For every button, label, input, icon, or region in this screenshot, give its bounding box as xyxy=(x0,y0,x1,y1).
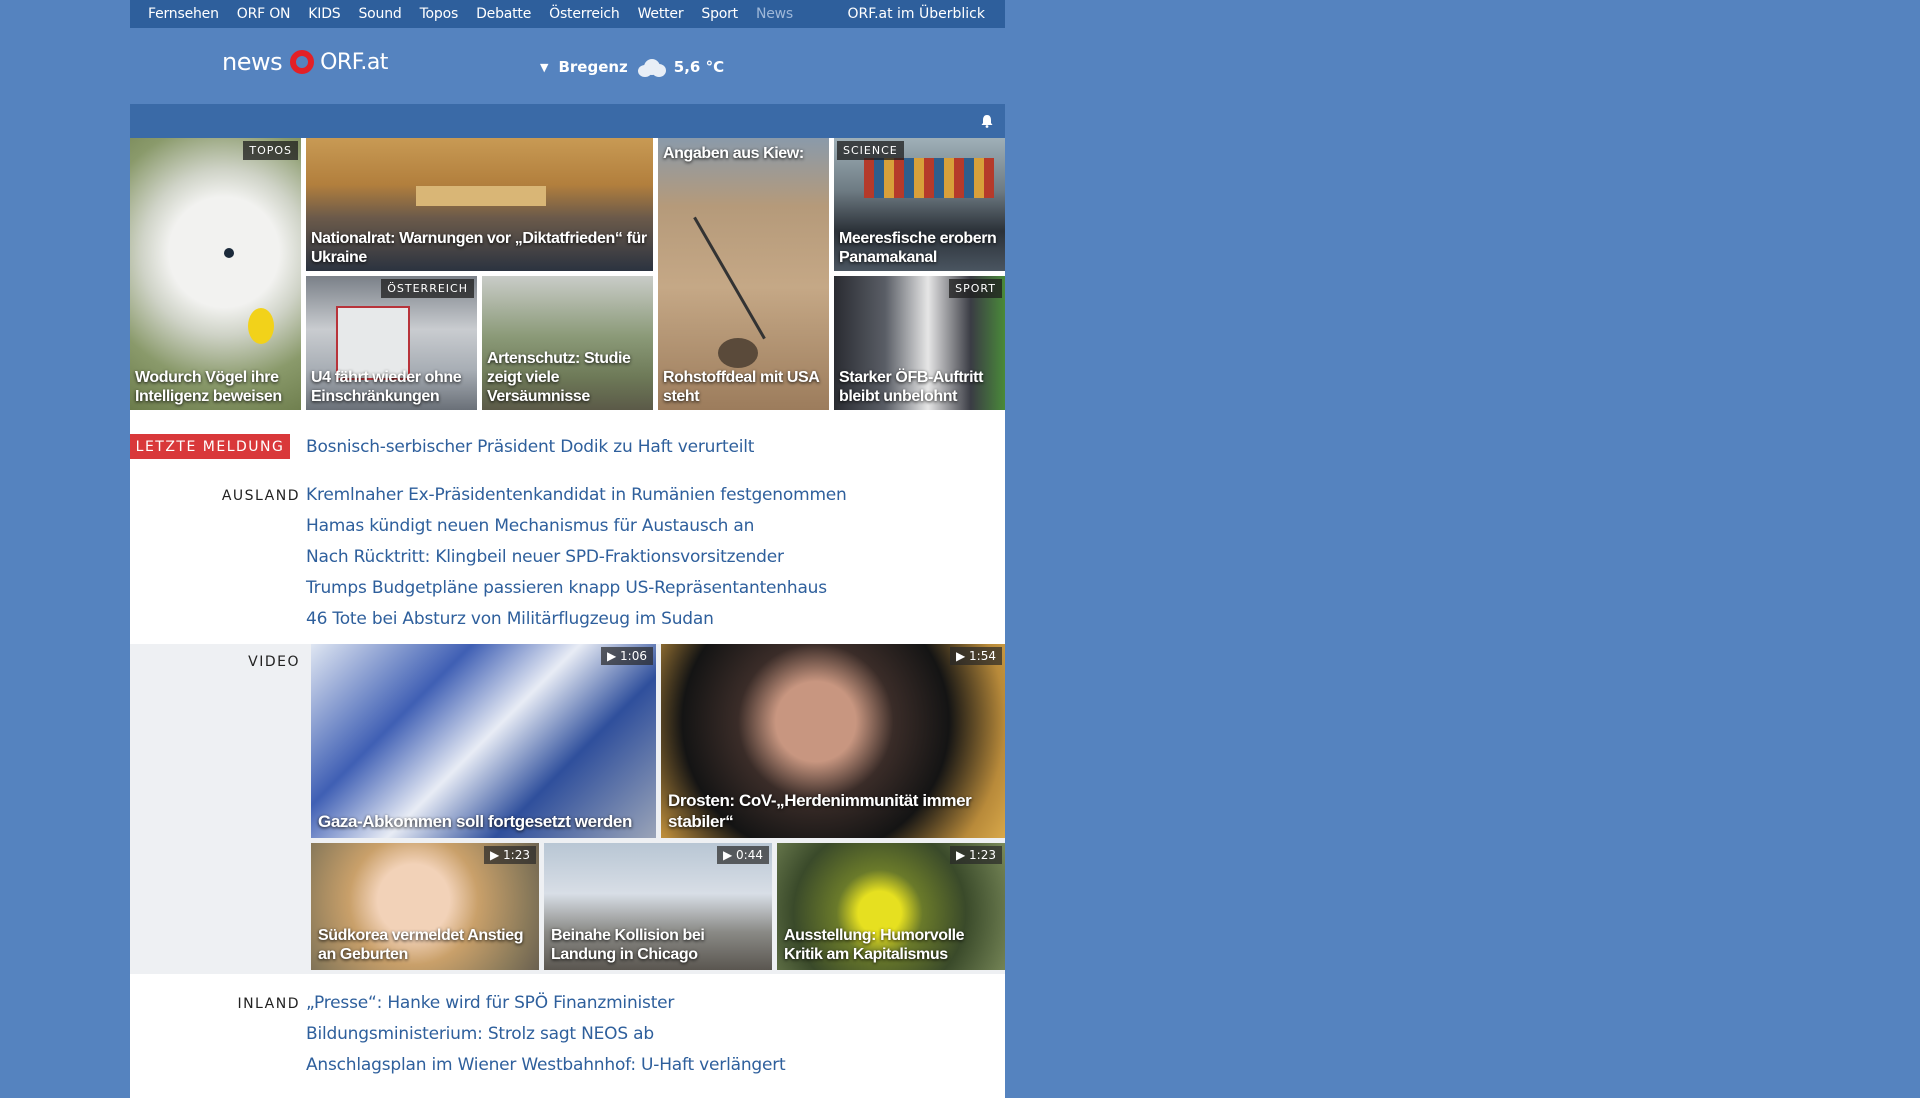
nav-item-sound[interactable]: Sound xyxy=(358,6,401,22)
bell-icon[interactable] xyxy=(981,114,993,128)
weather-temperature: 5,6 °C xyxy=(673,58,725,76)
cloud-icon xyxy=(634,56,668,78)
headline-link[interactable]: Bildungsministerium: Strolz sagt NEOS ab xyxy=(306,1019,1005,1050)
video-duration: ▶ 1:23 xyxy=(950,846,1002,864)
nav-item-topos[interactable]: Topos xyxy=(420,6,459,22)
site-header: news ORF.at ▼ Bregenz 5,6 °C xyxy=(130,28,1005,104)
nav-item-oesterreich[interactable]: Österreich xyxy=(549,6,620,22)
headline-link[interactable]: Hamas kündigt neuen Mechanismus für Aust… xyxy=(306,511,1005,542)
video-caption: Gaza-Abkommen soll fortgesetzt werden xyxy=(318,812,632,831)
top-nav: Fernsehen ORF ON KIDS Sound Topos Debatt… xyxy=(130,0,1005,28)
duration-text: 1:23 xyxy=(503,848,530,862)
story-tile-birds[interactable]: TOPOS Wodurch Vögel ihre Intelligenz bew… xyxy=(130,138,301,410)
news-content: LETZTE MELDUNG Bosnisch-serbischer Präsi… xyxy=(130,410,1005,1098)
story-caption: Wodurch Vögel ihre Intelligenz beweisen xyxy=(135,369,282,405)
nav-item-news[interactable]: News xyxy=(756,6,793,22)
nav-item-fernsehen[interactable]: Fernsehen xyxy=(148,6,219,22)
story-caption: Meeresfische erobern Panamakanal xyxy=(839,230,997,266)
tag-oesterreich: ÖSTERREICH xyxy=(381,279,474,298)
breaking-headline-link[interactable]: Bosnisch-serbischer Präsident Dodik zu H… xyxy=(306,437,754,457)
story-tile-rohstoffdeal[interactable]: Angaben aus Kiew: Rohstoffdeal mit USA s… xyxy=(658,138,829,410)
story-tile-meeresfische[interactable]: SCIENCE Meeresfische erobern Panamakanal xyxy=(834,138,1005,271)
page: Fernsehen ORF ON KIDS Sound Topos Debatt… xyxy=(130,0,1005,1098)
story-tile-u4[interactable]: ÖSTERREICH U4 fährt wieder ohne Einschrä… xyxy=(306,276,477,410)
story-caption-top: Angaben aus Kiew: xyxy=(663,145,804,162)
video-duration: ▶ 1:06 xyxy=(601,647,653,665)
nav-item-kids[interactable]: KIDS xyxy=(308,6,340,22)
video-tile-gaza[interactable]: ▶ 1:06 Gaza-Abkommen soll fortgesetzt we… xyxy=(311,644,656,838)
location-dropdown-icon[interactable]: ▼ xyxy=(540,61,548,74)
video-duration: ▶ 1:54 xyxy=(950,647,1002,665)
nav-item-orf-on[interactable]: ORF ON xyxy=(237,6,291,22)
video-caption: Südkorea vermeldet Anstieg an Geburten xyxy=(318,927,524,963)
tag-topos: TOPOS xyxy=(243,141,298,160)
section-label-inland: INLAND xyxy=(237,996,300,1012)
weather-city[interactable]: Bregenz xyxy=(558,58,627,76)
weather-widget: ▼ Bregenz 5,6 °C xyxy=(540,56,724,78)
nav-item-debatte[interactable]: Debatte xyxy=(476,6,531,22)
header-bar xyxy=(130,104,1005,138)
nav-overview-link[interactable]: ORF.at im Überblick xyxy=(848,6,985,22)
story-tile-artenschutz[interactable]: Artenschutz: Studie zeigt viele Versäumn… xyxy=(482,276,653,410)
video-caption: Beinahe Kollision bei Landung in Chicago xyxy=(551,927,705,963)
section-label-video: VIDEO xyxy=(248,654,300,670)
headline-link[interactable]: „Presse“: Hanke wird für SPÖ Finanzminis… xyxy=(306,988,1005,1019)
section-video: VIDEO ▶ 1:06 Gaza-Abkommen soll fortgese… xyxy=(130,644,1005,974)
section-label-ausland: AUSLAND xyxy=(221,488,300,504)
headline-link[interactable]: Kremlnaher Ex-Präsidentenkandidat in Rum… xyxy=(306,480,1005,511)
story-caption: Nationalrat: Warnungen vor „Diktatfriede… xyxy=(311,230,647,266)
video-tile-drosten[interactable]: ▶ 1:54 Drosten: CoV-„Herdenimmunität imm… xyxy=(661,644,1005,838)
video-caption: Drosten: CoV-„Herdenimmunität immer stab… xyxy=(668,791,972,831)
breaking-label: LETZTE MELDUNG xyxy=(130,434,290,459)
logo-news-text: news xyxy=(222,48,283,76)
section-ausland: AUSLAND Kremlnaher Ex-Präsidentenkandida… xyxy=(130,463,1005,635)
video-duration: ▶ 1:23 xyxy=(484,846,536,864)
headline-link[interactable]: Nach Rücktritt: Klingbeil neuer SPD-Frak… xyxy=(306,542,1005,573)
tag-sport: SPORT xyxy=(949,279,1002,298)
video-tile-suedkorea[interactable]: ▶ 1:23 Südkorea vermeldet Anstieg an Geb… xyxy=(311,843,539,970)
headline-link[interactable]: Anschlagsplan im Wiener Westbahnhof: U-H… xyxy=(306,1050,1005,1081)
duration-text: 1:54 xyxy=(969,649,996,663)
story-tile-oefb[interactable]: SPORT Starker ÖFB-Auftritt bleibt unbelo… xyxy=(834,276,1005,410)
logo-orf-text: ORF.at xyxy=(320,49,388,75)
video-caption: Ausstellung: Humorvolle Kritik am Kapita… xyxy=(784,927,965,963)
nav-item-wetter[interactable]: Wetter xyxy=(638,6,684,22)
nav-item-sport[interactable]: Sport xyxy=(701,6,738,22)
tag-science: SCIENCE xyxy=(837,141,904,160)
story-caption-bottom: Rohstoffdeal mit USA steht xyxy=(663,369,819,405)
top-stories-mosaic: TOPOS Wodurch Vögel ihre Intelligenz bew… xyxy=(130,138,1005,410)
video-tile-ausstellung[interactable]: ▶ 1:23 Ausstellung: Humorvolle Kritik am… xyxy=(777,843,1005,970)
duration-text: 1:06 xyxy=(620,649,647,663)
story-caption: Artenschutz: Studie zeigt viele Versäumn… xyxy=(487,350,631,405)
orf-ring-icon xyxy=(290,50,315,74)
video-tile-chicago[interactable]: ▶ 0:44 Beinahe Kollision bei Landung in … xyxy=(544,843,772,970)
story-tile-nationalrat[interactable]: Nationalrat: Warnungen vor „Diktatfriede… xyxy=(306,138,653,271)
duration-text: 0:44 xyxy=(736,848,763,862)
story-caption: Starker ÖFB-Auftritt bleibt unbelohnt xyxy=(839,369,984,405)
video-duration: ▶ 0:44 xyxy=(717,846,769,864)
breaking-news: LETZTE MELDUNG Bosnisch-serbischer Präsi… xyxy=(130,410,1005,463)
story-caption: U4 fährt wieder ohne Einschränkungen xyxy=(311,369,462,405)
section-inland: INLAND „Presse“: Hanke wird für SPÖ Fina… xyxy=(130,974,1005,1098)
headline-link[interactable]: Trumps Budgetpläne passieren knapp US-Re… xyxy=(306,573,1005,604)
headline-link[interactable]: 46 Tote bei Absturz von Militärflugzeug … xyxy=(306,604,1005,635)
news-orf-logo[interactable]: news ORF.at xyxy=(222,48,388,76)
duration-text: 1:23 xyxy=(969,848,996,862)
